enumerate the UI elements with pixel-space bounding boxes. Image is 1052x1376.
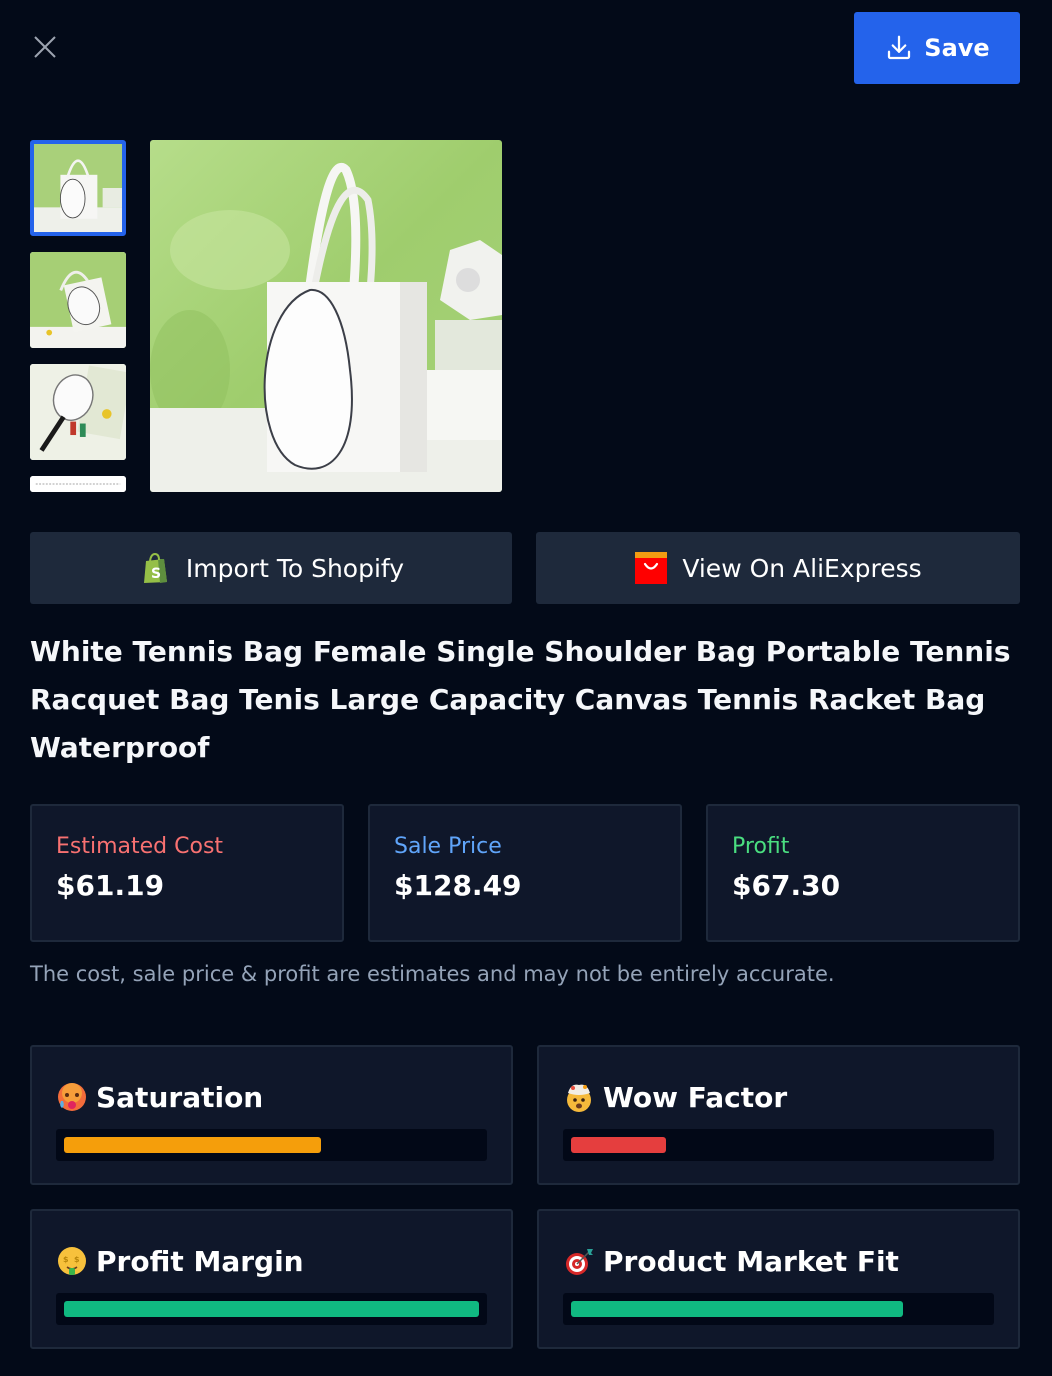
saturation-bar (56, 1129, 487, 1161)
product-market-fit-card: Product Market Fit (537, 1209, 1020, 1349)
download-icon (888, 35, 911, 60)
svg-text:$: $ (74, 1255, 80, 1264)
sale-price-card: Sale Price $128.49 (368, 804, 682, 942)
estimated-cost-label: Estimated Cost (56, 834, 224, 859)
product-market-fit-bar (563, 1293, 994, 1325)
hot-face-icon (56, 1081, 88, 1113)
saturation-label: Saturation (96, 1080, 264, 1114)
view-on-aliexpress-label: View On AliExpress (682, 553, 922, 583)
thumbnail-3[interactable] (30, 364, 126, 460)
estimated-cost-value: $61.19 (56, 869, 165, 902)
wow-factor-card: Wow Factor (537, 1045, 1020, 1185)
profit-label: Profit (732, 834, 790, 859)
profit-margin-bar-fill (64, 1301, 479, 1317)
profit-margin-bar (56, 1293, 487, 1325)
money-mouth-face-icon: $ $ (56, 1245, 88, 1277)
pricing-disclaimer: The cost, sale price & profit are estima… (30, 962, 835, 986)
save-button[interactable]: Save (854, 12, 1020, 84)
wow-factor-label: Wow Factor (603, 1080, 788, 1114)
thumbnail-1[interactable] (30, 140, 126, 236)
save-label: Save (924, 34, 990, 62)
saturation-bar-fill (64, 1137, 322, 1153)
product-thumbnail-image (30, 252, 126, 348)
profit-value: $67.30 (732, 869, 841, 902)
profit-margin-label: Profit Margin (96, 1244, 304, 1278)
wow-factor-bar (563, 1129, 994, 1161)
svg-text:$: $ (63, 1255, 69, 1264)
exploding-head-icon (563, 1081, 595, 1113)
product-thumbnail-image (30, 364, 126, 460)
thumbnail-list (30, 140, 126, 492)
view-on-aliexpress-button[interactable]: View On AliExpress (536, 532, 1020, 604)
estimated-cost-card: Estimated Cost $61.19 (30, 804, 344, 942)
product-thumbnail-image (30, 476, 126, 492)
sale-price-value: $128.49 (394, 869, 522, 902)
svg-text:S: S (151, 566, 161, 582)
sale-price-label: Sale Price (394, 834, 502, 859)
import-to-shopify-label: Import To Shopify (185, 553, 405, 583)
thumbnail-4[interactable] (30, 476, 126, 492)
import-to-shopify-button[interactable]: S Import To Shopify (30, 532, 512, 604)
product-title: White Tennis Bag Female Single Shoulder … (30, 635, 1011, 764)
product-market-fit-label: Product Market Fit (603, 1244, 899, 1278)
close-icon (34, 36, 56, 58)
direct-hit-icon (563, 1245, 595, 1277)
close-button[interactable] (30, 32, 60, 62)
thumbnail-2[interactable] (30, 252, 126, 348)
main-product-image[interactable] (150, 140, 502, 492)
aliexpress-icon (635, 552, 668, 584)
profit-card: Profit $67.30 (706, 804, 1020, 942)
profit-margin-card: $ $ Profit Margin (30, 1209, 513, 1349)
product-thumbnail-image (34, 144, 122, 232)
product-market-fit-bar-fill (571, 1301, 903, 1317)
shopify-bag-icon: S (143, 552, 167, 583)
saturation-card: Saturation (30, 1045, 513, 1185)
wow-factor-bar-fill (571, 1137, 667, 1153)
product-photo (150, 140, 502, 492)
